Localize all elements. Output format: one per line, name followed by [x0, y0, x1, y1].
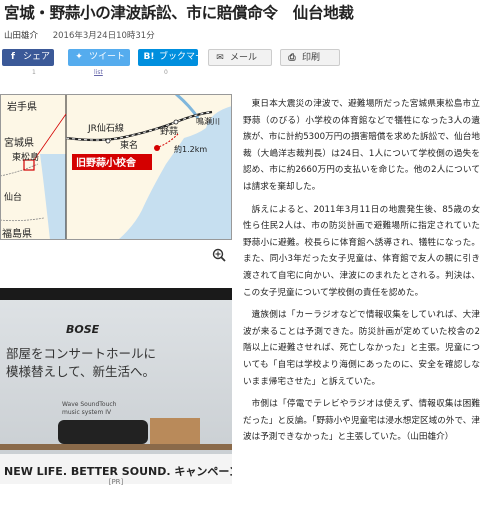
- pr-label: [PR]: [108, 478, 124, 486]
- bose-advertisement[interactable]: BOSE 部屋をコンサートホールに 模様替えして、新生活へ。 Wave Soun…: [0, 288, 232, 484]
- ad-brand-logo: BOSE: [66, 323, 100, 336]
- map-label-school: 旧野蒜小校舎: [76, 156, 137, 169]
- article-paragraph: 東日本大震災の津波で、避難場所だった宮城県東松島市立野蒜（のびる）小学校の体育館…: [243, 99, 480, 192]
- ad-product-image: [58, 420, 148, 444]
- location-map[interactable]: 岩手県 宮城県 東松島 仙台 福島県 JR仙石線 野蒜 鳴瀬川 東名 約1.2k…: [0, 94, 232, 240]
- article-body: 東日本大震災の津波で、避難場所だった宮城県東松島市立野蒜（のびる）小学校の体育館…: [243, 96, 480, 452]
- ad-copy-line2: 模様替えして、新生活へ。: [6, 364, 155, 379]
- map-label-higashimatsushima: 東松島: [12, 151, 39, 163]
- facebook-share-button[interactable]: f シェア: [2, 49, 54, 66]
- hatena-bookmark-icon: B!: [143, 52, 155, 62]
- article-paragraph: 遺族側は「カーラジオなどで情報収集をしていれば、大津波が来ることは予測できた。防…: [243, 310, 480, 387]
- map-label-distance: 約1.2km: [174, 144, 207, 154]
- map-label-jr-senseki: JR仙石線: [87, 122, 124, 134]
- ad-copy-line1: 部屋をコンサートホールに: [6, 346, 156, 361]
- hatena-bookmark-button[interactable]: B! ブックマーク: [138, 49, 198, 66]
- map-label-tona: 東名: [120, 139, 138, 151]
- map-label-naruse-river: 鳴瀬川: [196, 116, 220, 126]
- byline-date: 2016年3月24日10時31分: [52, 31, 155, 41]
- map-label-iwate: 岩手県: [7, 100, 37, 113]
- map-label-nobiru: 野蒜: [160, 126, 178, 137]
- twitter-bird-icon: ✦: [75, 52, 83, 62]
- share-bar: f シェア ✦ ツイート B! ブックマーク ✉ メール ⎙ 印刷 1 list 0: [2, 47, 484, 76]
- facebook-icon: f: [11, 52, 15, 62]
- mail-button[interactable]: ✉ メール: [208, 49, 272, 66]
- zoom-icon[interactable]: [212, 248, 226, 262]
- article-headline: 宮城・野蒜小の津波訴訟、市に賠償命令 仙台地裁: [4, 4, 354, 22]
- article-paragraph: 訴えによると、2011年3月11日の地震発生後、85歳の女性ら住民2人は、市の防…: [243, 204, 480, 298]
- map-label-miyagi: 宮城県: [4, 136, 34, 149]
- byline: 山田雄介 2016年3月24日10時31分: [4, 29, 155, 41]
- envelope-icon: ✉: [216, 53, 224, 63]
- byline-author[interactable]: 山田雄介: [4, 31, 38, 41]
- facebook-share-count: 1: [32, 69, 36, 76]
- ad-product-line2: music system IV: [62, 409, 112, 416]
- article-paragraph: 市側は「停電でテレビやラジオは使えず、情報収集は困難だった」と反論。「野蒜小や児…: [243, 399, 480, 443]
- hatena-bookmark-label: ブックマーク: [159, 52, 198, 62]
- print-button[interactable]: ⎙ 印刷: [280, 49, 340, 66]
- map-label-fukushima: 福島県: [2, 227, 32, 240]
- print-label: 印刷: [302, 53, 321, 63]
- twitter-share-count[interactable]: list: [94, 69, 103, 76]
- twitter-share-button[interactable]: ✦ ツイート: [68, 49, 130, 66]
- twitter-share-label: ツイート: [89, 52, 126, 62]
- hatena-bookmark-count: 0: [164, 69, 168, 76]
- mail-label: メール: [230, 53, 258, 63]
- ad-tagline: NEW LIFE. BETTER SOUND. キャンペーン: [4, 465, 232, 478]
- printer-icon: ⎙: [288, 53, 296, 63]
- ad-product-line1: Wave SoundTouch: [62, 401, 117, 408]
- map-label-sendai: 仙台: [4, 191, 22, 203]
- facebook-share-label: シェア: [23, 52, 51, 62]
